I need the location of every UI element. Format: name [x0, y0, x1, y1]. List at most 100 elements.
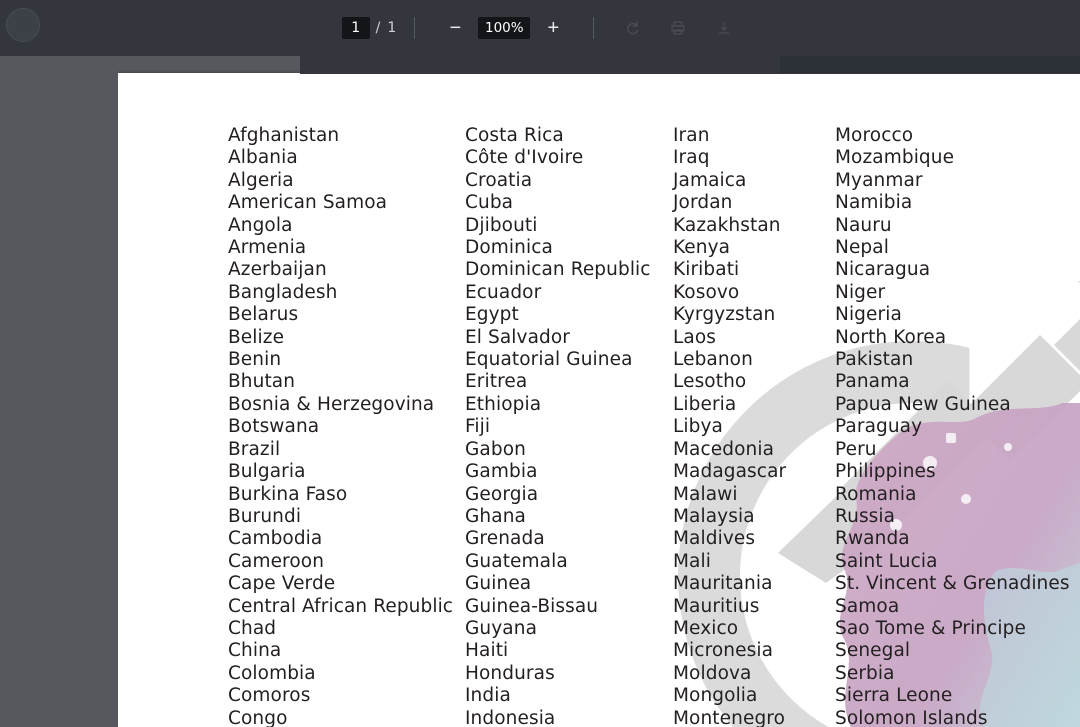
- country-item: Madagascar: [673, 461, 787, 483]
- country-item: Eritrea: [465, 371, 528, 393]
- highlighted-country-china[interactable]: China: [228, 640, 281, 661]
- country-item: Benin: [228, 349, 282, 371]
- country-item: Nicaragua: [835, 259, 931, 281]
- pdf-page-canvas[interactable]: Afghanistan Albania Algeria American Sam…: [118, 73, 1080, 727]
- country-column-4: Morocco Mozambique Myanmar Namibia Nauru…: [835, 125, 1080, 727]
- country-item: North Korea: [835, 326, 947, 348]
- print-icon[interactable]: [664, 15, 692, 41]
- country-list: Afghanistan Albania Algeria American Sam…: [118, 73, 1080, 727]
- country-item: Indonesia: [465, 707, 556, 727]
- country-item: Jordan: [673, 192, 733, 214]
- page-number-input[interactable]: [341, 17, 370, 39]
- country-item: Guatemala: [465, 550, 568, 572]
- country-item: Myanmar: [835, 169, 923, 191]
- download-icon[interactable]: [710, 15, 738, 41]
- country-item: Georgia: [465, 483, 539, 505]
- country-item: Armenia: [228, 237, 307, 259]
- country-item: Samoa: [835, 595, 900, 617]
- country-item: Papua New Guinea: [835, 393, 1011, 415]
- country-item: Laos: [673, 326, 717, 348]
- country-item: Grenada: [465, 528, 545, 550]
- country-item: Nigeria: [835, 304, 902, 326]
- country-item: Gambia: [465, 461, 538, 483]
- country-item: Ghana: [465, 505, 526, 527]
- page-separator: /: [375, 20, 381, 36]
- country-item: Serbia: [835, 662, 895, 684]
- country-item: Mozambique: [835, 147, 955, 169]
- country-item: Peru: [835, 438, 877, 460]
- country-item: Afghanistan: [228, 125, 340, 146]
- zoom-in-icon[interactable]: +: [539, 15, 567, 41]
- country-item: Colombia: [228, 662, 316, 684]
- country-item: Kenya: [673, 237, 731, 259]
- country-item: St. Vincent & Grenadines: [835, 573, 1070, 595]
- country-item: Namibia: [835, 192, 913, 214]
- pdf-viewer-window: Afghanistan Albania Algeria American Sam…: [0, 0, 1080, 727]
- country-item: Nepal: [835, 237, 889, 259]
- country-item: Paraguay: [835, 416, 923, 438]
- country-item: Mauritius: [673, 595, 760, 617]
- country-item: Montenegro: [673, 707, 786, 727]
- country-item: Maldives: [673, 528, 756, 550]
- country-item: Rwanda: [835, 528, 910, 550]
- country-item: Lebanon: [673, 349, 753, 371]
- country-item: Sierra Leone: [835, 685, 953, 707]
- page-total-count: 1: [387, 20, 397, 36]
- country-item: Russia: [835, 505, 896, 527]
- country-item: Congo: [228, 707, 288, 727]
- country-item: Brazil: [228, 438, 281, 460]
- country-item: Kazakhstan: [673, 214, 781, 236]
- country-item: Dominica: [465, 237, 553, 259]
- country-item: Iran: [673, 125, 710, 146]
- country-item: Ethiopia: [465, 393, 542, 415]
- country-item: Mongolia: [673, 685, 758, 707]
- rotate-icon[interactable]: [618, 15, 646, 41]
- country-item: Comoros: [228, 685, 311, 707]
- country-item: Cambodia: [228, 528, 323, 550]
- country-item: Solomon Islands: [835, 707, 988, 727]
- country-item: Panama: [835, 371, 910, 393]
- country-item: Bulgaria: [228, 461, 306, 483]
- country-item: Kosovo: [673, 281, 740, 303]
- country-item: Mauritania: [673, 573, 773, 595]
- country-item: Kyrgyzstan: [673, 304, 776, 326]
- country-item: Azerbaijan: [228, 259, 327, 281]
- country-item: Croatia: [465, 169, 533, 191]
- country-item: Mexico: [673, 617, 739, 639]
- country-item: Liberia: [673, 393, 737, 415]
- country-column-3: Iran Iraq Jamaica Jordan Kazakhstan Keny…: [673, 125, 835, 727]
- country-column-1: Afghanistan Albania Algeria American Sam…: [228, 125, 465, 727]
- country-item: Iraq: [673, 147, 710, 169]
- country-item: El Salvador: [465, 326, 570, 348]
- country-item: Burkina Faso: [228, 483, 348, 505]
- country-item: Guinea: [465, 573, 532, 595]
- toolbar-center-extension: [300, 55, 780, 74]
- country-item: Nauru: [835, 214, 892, 236]
- country-item: Bangladesh: [228, 281, 338, 303]
- country-item: Niger: [835, 281, 886, 303]
- country-item: Ecuador: [465, 281, 542, 303]
- country-item: Cameroon: [228, 550, 325, 572]
- country-item: Belize: [228, 326, 285, 348]
- country-item: Senegal: [835, 640, 911, 662]
- country-item: Malawi: [673, 483, 738, 505]
- country-item: Sao Tome & Principe: [835, 617, 1026, 639]
- country-item: Moldova: [673, 662, 752, 684]
- toolbar-overflow-icons: [618, 15, 738, 41]
- country-item: Libya: [673, 416, 723, 438]
- country-item: Philippines: [835, 461, 936, 483]
- country-item: Malaysia: [673, 505, 755, 527]
- country-item: Egypt: [465, 304, 519, 326]
- country-item: Equatorial Guinea: [465, 349, 633, 371]
- zoom-controls-group: − 100% +: [433, 15, 575, 41]
- country-item: Djibouti: [465, 214, 538, 236]
- country-item: Saint Lucia: [835, 550, 938, 572]
- country-item: Côte d'Ivoire: [465, 147, 584, 169]
- toolbar-right-extension: [780, 55, 1080, 74]
- country-item: India: [465, 685, 511, 707]
- country-item: Albania: [228, 147, 298, 169]
- zoom-out-icon[interactable]: −: [441, 15, 469, 41]
- zoom-level-value[interactable]: 100%: [478, 17, 531, 39]
- country-item: Bosnia & Herzegovina: [228, 393, 435, 415]
- country-item: Gabon: [465, 438, 526, 460]
